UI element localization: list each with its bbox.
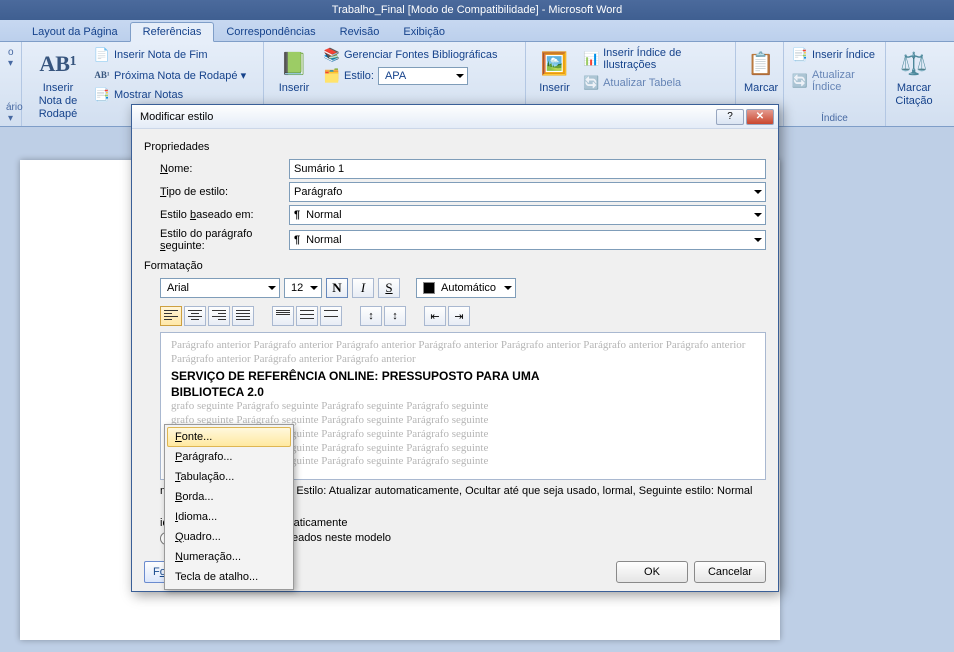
pilcrow-icon: ¶ [294,209,300,221]
indent-inc-button[interactable]: ⇥ [448,306,470,326]
pilcrow-icon: ¶ [294,234,300,246]
italic-button[interactable]: I [352,278,374,298]
properties-section: Propriedades [144,141,766,153]
insert-footnote-button[interactable]: AB¹ Inserir Nota de Rodapé [28,46,88,124]
font-color-select[interactable]: Automático [416,278,516,298]
update-table-icon: 🔄 [583,75,599,91]
menu-tabulation[interactable]: Tabulação... [167,467,291,487]
mark-citation-icon: ⚖️ [898,48,930,80]
space-before-inc-button[interactable]: ↕︎ [360,306,382,326]
spacing-1-icon [276,310,290,322]
figures-index-icon: 📊 [583,51,599,67]
manage-sources[interactable]: 📚 Gerenciar Fontes Bibliográficas [322,46,499,64]
based-on-select[interactable]: ¶ Normal [289,205,766,225]
format-context-menu: Fonte... Parágrafo... Tabulação... Borda… [164,424,294,590]
insert-index[interactable]: 📑 Inserir Índice [790,46,879,64]
update-index[interactable]: 🔄 Atualizar Índice [790,68,879,94]
insert-endnote[interactable]: 📄 Inserir Nota de Fim [92,46,248,64]
align-justify-icon [236,310,250,322]
formatting-section: Formatação [144,260,766,272]
window-titlebar: Trabalho_Final [Modo de Compatibilidade]… [0,0,954,20]
show-notes-icon: 📑 [94,87,110,103]
close-button[interactable]: ✕ [746,109,774,125]
spacing-1-5-icon [300,310,314,322]
tab-review[interactable]: Revisão [328,23,392,41]
style-name-input[interactable]: Sumário 1 [289,159,766,179]
index-group-label: Índice [790,111,879,124]
update-index-icon: 🔄 [792,73,808,89]
sources-icon: 📚 [324,47,340,63]
menu-paragraph[interactable]: Parágrafo... [167,447,291,467]
toc-partial[interactable]: o ▾ [6,46,15,70]
spacing-2-icon [324,310,338,322]
space-before-dec-button[interactable]: ↕︎ [384,306,406,326]
next-style-label: Estilo do parágrafo seguinte: [144,228,289,252]
based-on-label: Estilo baseado em: [144,209,289,221]
line-spacing-1-5-button[interactable] [296,306,318,326]
menu-frame[interactable]: Quadro... [167,527,291,547]
tab-references[interactable]: Referências [130,22,215,42]
line-spacing-1-button[interactable] [272,306,294,326]
menu-language[interactable]: Idioma... [167,507,291,527]
align-left-button[interactable] [160,306,182,326]
caption-icon: 🖼️ [539,48,571,80]
citation-style[interactable]: 🗂️ Estilo: APA [322,66,499,86]
indent-dec-button[interactable]: ⇤ [424,306,446,326]
show-notes[interactable]: 📑 Mostrar Notas [92,86,248,104]
style-icon: 🗂️ [324,68,340,84]
tab-view[interactable]: Exibição [391,23,457,41]
ribbon-tabs: Layout da Página Referências Correspondê… [0,20,954,42]
menu-font[interactable]: Fonte... [167,427,291,447]
menu-border[interactable]: Borda... [167,487,291,507]
menu-shortcut[interactable]: Tecla de atalho... [167,567,291,587]
toc-group-label: ário ▾ [6,100,15,124]
bold-button[interactable]: N [326,278,348,298]
mark-citation-button[interactable]: ⚖️ Marcar Citação [892,46,936,122]
mark-icon: 📋 [745,48,777,80]
endnote-icon: 📄 [94,47,110,63]
dialog-titlebar: Modificar estilo ? ✕ [132,105,778,129]
underline-button[interactable]: S [378,278,400,298]
style-type-select[interactable]: Parágrafo [289,182,766,202]
ok-button[interactable]: OK [616,561,688,583]
type-label: Tipo de estilo: [144,186,289,198]
font-family-select[interactable]: Arial [160,278,280,298]
tab-layout[interactable]: Layout da Página [20,23,130,41]
update-table[interactable]: 🔄 Atualizar Tabela [581,74,729,92]
cancel-button[interactable]: Cancelar [694,561,766,583]
align-center-icon [188,310,202,322]
next-style-select[interactable]: ¶ Normal [289,230,766,250]
insert-table-figures[interactable]: 📊 Inserir Índice de Ilustrações [581,46,729,72]
dialog-title: Modificar estilo [140,111,714,123]
next-footnote-icon: AB¹ [94,67,110,83]
index-icon: 📑 [792,47,808,63]
citation-icon: 📗 [278,48,310,80]
align-justify-button[interactable] [232,306,254,326]
name-label: NNome:ome: [144,163,289,175]
align-right-icon [212,310,226,322]
style-select[interactable]: APA [378,67,468,85]
tab-mailings[interactable]: Correspondências [214,23,327,41]
align-left-icon [164,310,178,322]
color-swatch-icon [423,282,435,294]
font-size-select[interactable]: 12 [284,278,322,298]
align-center-button[interactable] [184,306,206,326]
help-button[interactable]: ? [716,109,744,125]
menu-numbering[interactable]: Numeração... [167,547,291,567]
next-footnote[interactable]: AB¹ Próxima Nota de Rodapé ▾ [92,66,248,84]
line-spacing-2-button[interactable] [320,306,342,326]
footnote-icon: AB¹ [42,48,74,80]
align-right-button[interactable] [208,306,230,326]
